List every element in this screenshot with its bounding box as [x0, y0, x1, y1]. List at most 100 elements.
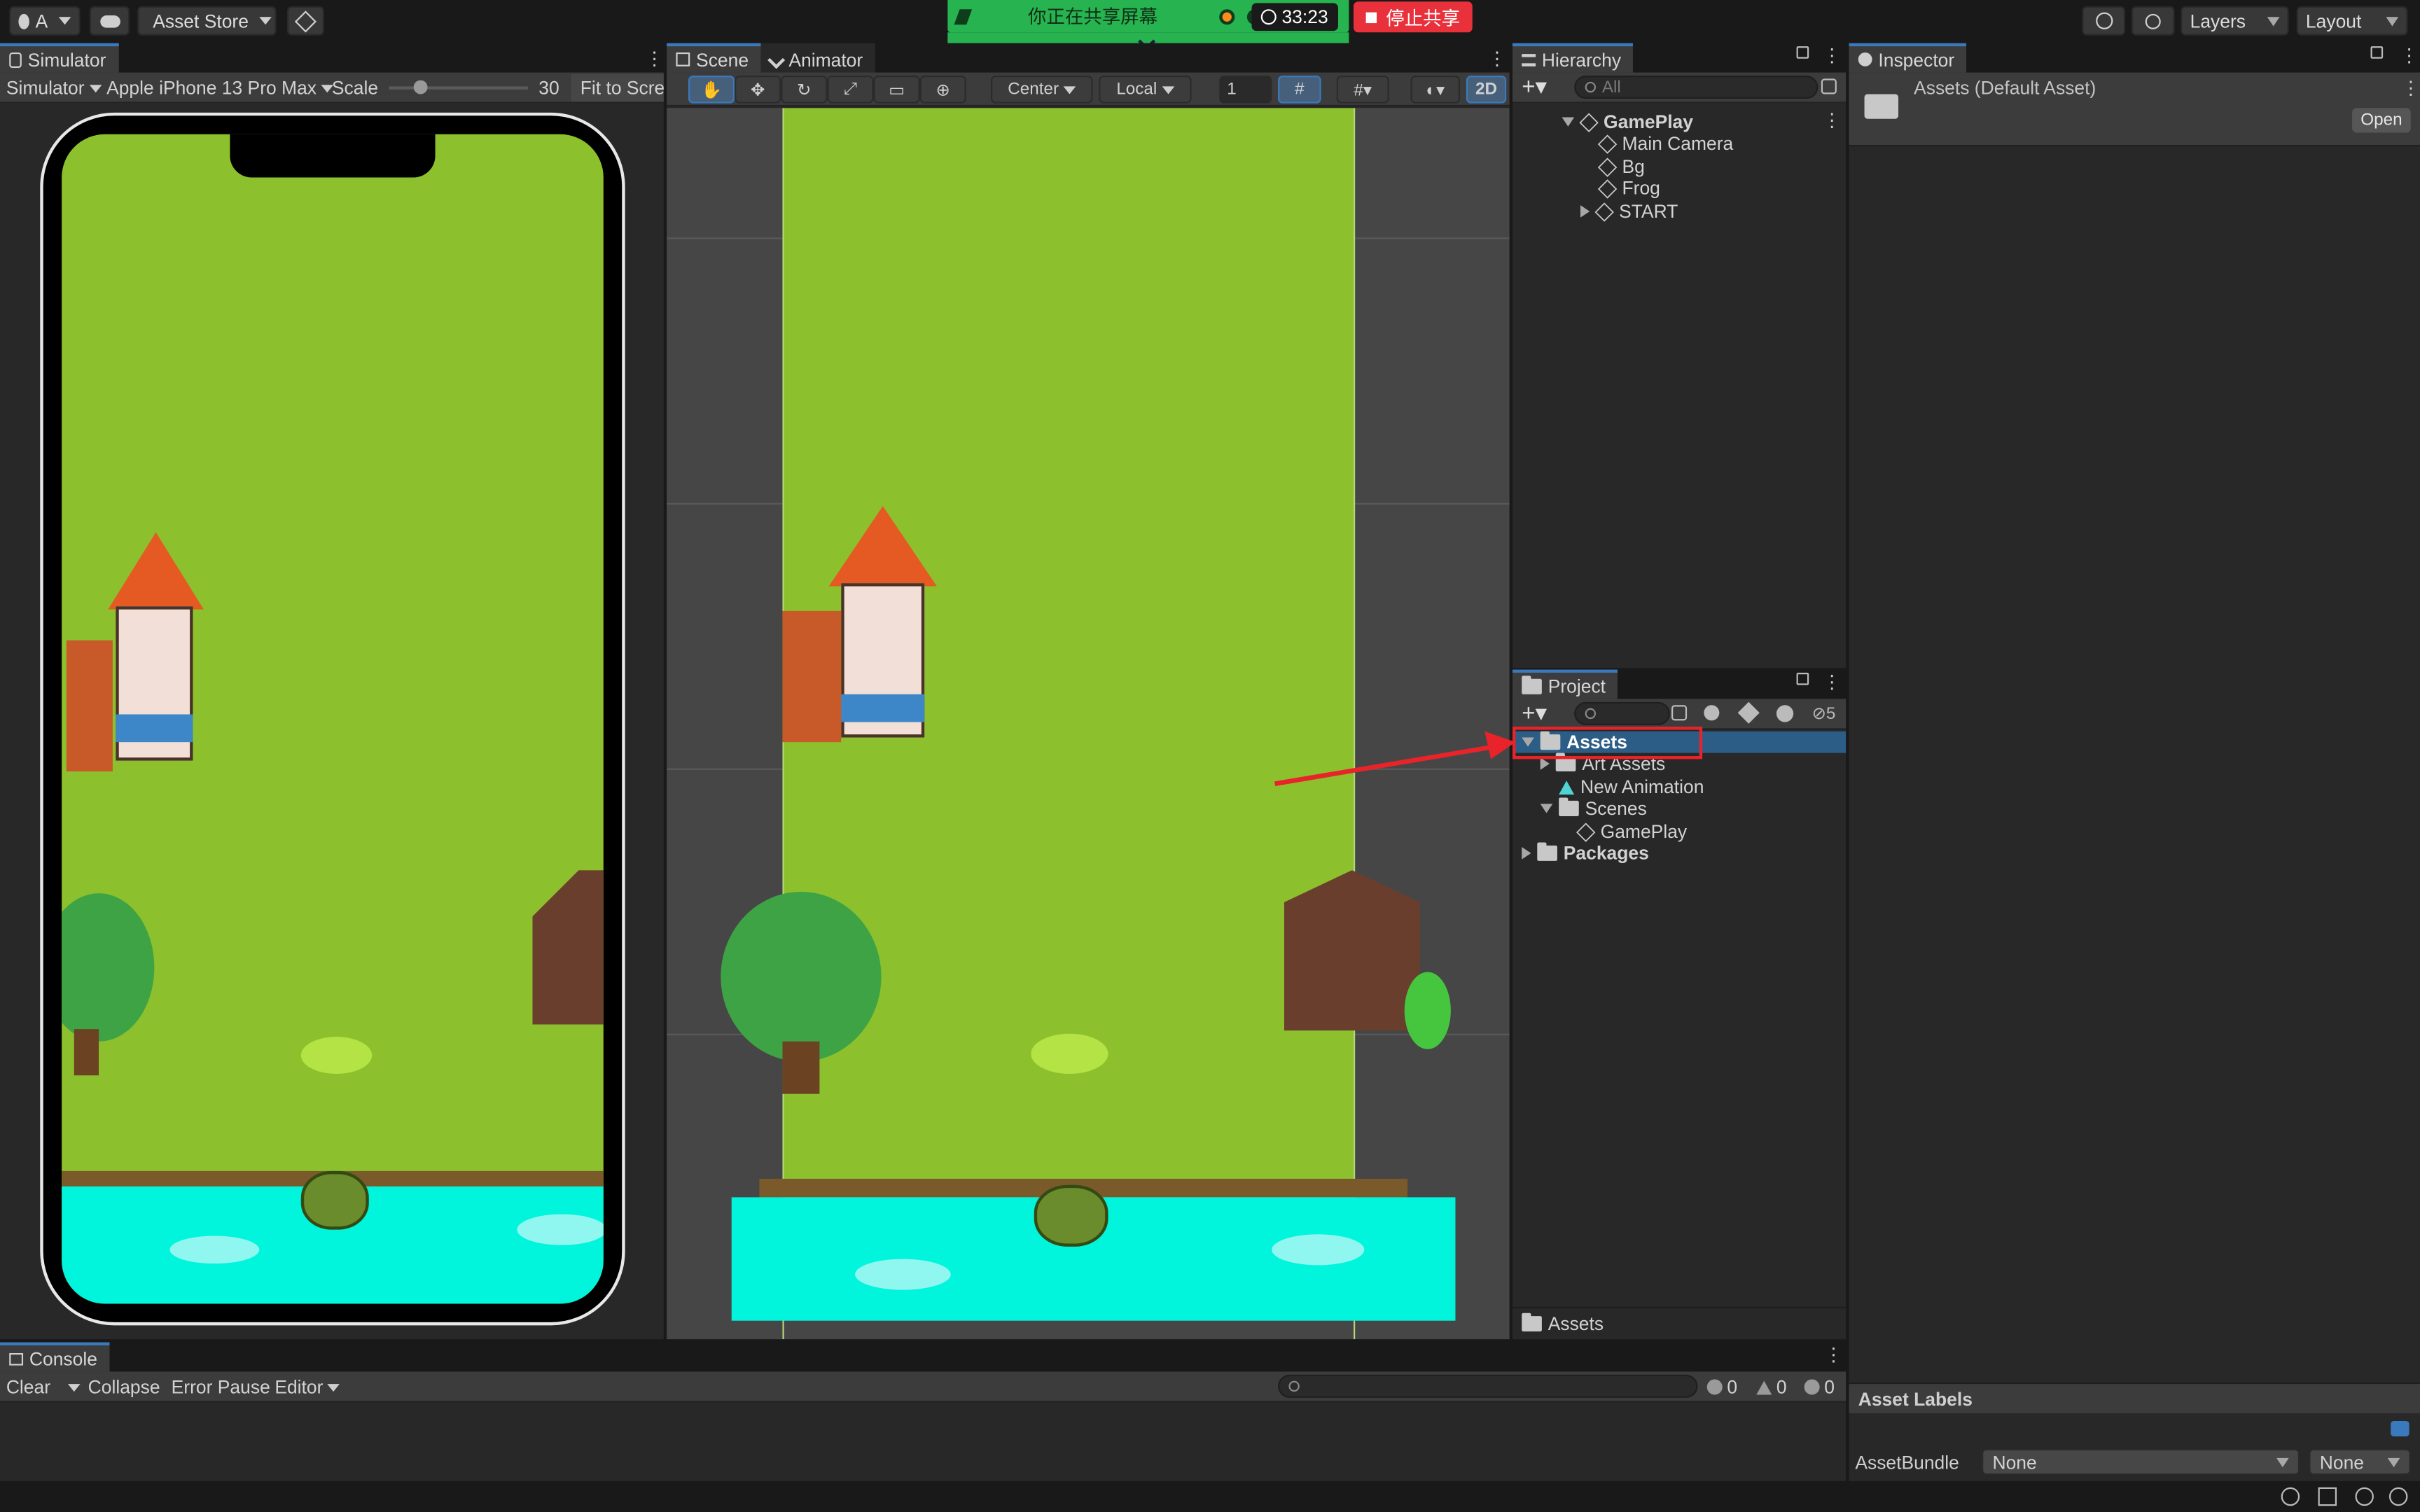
filter-type-icon[interactable]: [1704, 705, 1720, 721]
history-button[interactable]: [2082, 6, 2126, 36]
account-dropdown[interactable]: A: [9, 6, 81, 36]
hierarchy-item-frog[interactable]: Frog: [1597, 177, 1660, 199]
tower-building-sprite[interactable]: [782, 505, 952, 769]
grid-snap-input[interactable]: 1: [1219, 76, 1272, 104]
network-icon[interactable]: [2355, 1487, 2374, 1506]
project-item-new-animation[interactable]: New Animation: [1559, 776, 1704, 798]
warning-count-toggle[interactable]: 0: [1756, 1373, 1787, 1401]
tab-hierarchy-label: Hierarchy: [1541, 48, 1622, 71]
game-view[interactable]: [62, 134, 604, 1304]
asset-bundle-dropdown[interactable]: None: [1982, 1448, 2300, 1476]
scale-slider-track[interactable]: [389, 86, 528, 90]
pivot-dropdown[interactable]: Center: [991, 76, 1093, 104]
tab-project[interactable]: Project: [1512, 669, 1618, 699]
lock-icon[interactable]: [1796, 672, 1809, 685]
clear-button[interactable]: Clear: [6, 1373, 80, 1401]
stop-sharing-button[interactable]: 停止共享: [1353, 1, 1473, 33]
scale-slider-handle[interactable]: [413, 80, 428, 94]
kebab-menu-icon[interactable]: ⋮: [1488, 48, 1506, 69]
scene-view[interactable]: [667, 108, 1510, 1340]
tab-inspector[interactable]: Inspector: [1849, 43, 1967, 73]
asset-store-dropdown[interactable]: Asset Store: [137, 6, 277, 36]
device-dropdown[interactable]: Apple iPhone 13 Pro Max: [106, 74, 333, 102]
asset-bundle-variant-dropdown[interactable]: None: [2309, 1448, 2411, 1476]
kebab-menu-icon[interactable]: ⋮: [645, 48, 663, 69]
hierarchy-search-input[interactable]: All: [1574, 76, 1819, 99]
hierarchy-toolbar: +▾ All: [1512, 72, 1847, 104]
expand-arrow-icon[interactable]: [1580, 205, 1590, 218]
collapse-button[interactable]: Collapse: [88, 1373, 160, 1401]
frog-sprite[interactable]: [1034, 1184, 1108, 1247]
kebab-menu-icon[interactable]: ⋮: [2400, 45, 2418, 66]
check-icon[interactable]: [2388, 1487, 2408, 1506]
warning-icon[interactable]: [1776, 705, 1794, 722]
wooden-house-sprite[interactable]: [1284, 870, 1420, 1031]
space-dropdown[interactable]: Local: [1099, 76, 1192, 104]
error-pause-button[interactable]: Error Pause: [172, 1373, 270, 1401]
asset-bundle-value: None: [1992, 1450, 2037, 1473]
kebab-menu-icon[interactable]: ⋮: [2402, 77, 2420, 99]
search-scope-icon[interactable]: [1671, 705, 1688, 721]
tab-console[interactable]: Console: [0, 1342, 110, 1372]
lock-icon[interactable]: [1796, 46, 1809, 59]
log-count: 0: [1727, 1376, 1738, 1398]
log-count-toggle[interactable]: 0: [1706, 1373, 1738, 1401]
project-item-scenes[interactable]: Scenes: [1540, 797, 1647, 819]
kebab-menu-icon[interactable]: ⋮: [1823, 45, 1841, 66]
2d-toggle-button[interactable]: 2D: [1466, 76, 1507, 104]
kebab-menu-icon[interactable]: ⋮: [1823, 671, 1841, 693]
grid-toggle-button[interactable]: #: [1277, 76, 1321, 104]
error-count-toggle[interactable]: 0: [1804, 1373, 1835, 1401]
layers-dropdown[interactable]: Layers: [2181, 6, 2289, 36]
folder-icon: [1537, 842, 1557, 861]
snap-button[interactable]: #▾: [1336, 76, 1389, 104]
lock-icon[interactable]: [2370, 46, 2384, 59]
hierarchy-item-gameplay[interactable]: GamePlay: [1562, 111, 1693, 133]
expand-arrow-icon[interactable]: [1540, 757, 1550, 770]
project-item-gameplay-scene[interactable]: GamePlay: [1576, 821, 1687, 842]
tag-icon[interactable]: [2391, 1420, 2409, 1437]
console-search-input[interactable]: [1277, 1374, 1698, 1398]
layout-label: Layout: [2305, 10, 2362, 32]
fit-to-screen-button[interactable]: Fit to Scre: [571, 74, 664, 102]
frog-sprite[interactable]: [300, 1170, 369, 1230]
kebab-menu-icon[interactable]: ⋮: [1824, 1344, 1842, 1366]
label-icon[interactable]: [1737, 701, 1760, 724]
tab-animator[interactable]: Animator: [760, 43, 875, 73]
hand-tool-button[interactable]: ✋: [688, 76, 735, 104]
move-tool-button[interactable]: ✥: [735, 76, 781, 104]
cache-icon[interactable]: [2318, 1487, 2337, 1506]
tree-sprite[interactable]: [721, 891, 882, 1062]
project-item-packages[interactable]: Packages: [1522, 842, 1649, 864]
add-icon[interactable]: +▾: [1522, 73, 1547, 100]
hidden-packages-icon[interactable]: ⊘5: [1812, 704, 1836, 723]
transform-tool-button[interactable]: ⊕: [919, 76, 966, 104]
list-icon: [1522, 53, 1536, 66]
tab-simulator[interactable]: Simulator: [0, 43, 119, 73]
expand-arrow-icon[interactable]: [1540, 804, 1553, 813]
layout-dropdown[interactable]: Layout: [2296, 6, 2408, 36]
package-button[interactable]: [286, 6, 324, 36]
rect-tool-button[interactable]: ▭: [873, 76, 920, 104]
hierarchy-item-start[interactable]: START: [1580, 201, 1678, 222]
open-button[interactable]: Open: [2352, 108, 2411, 133]
hierarchy-item-main-camera[interactable]: Main Camera: [1597, 133, 1733, 154]
clock-icon: [1261, 9, 1277, 25]
rotate-tool-button[interactable]: ↻: [781, 76, 828, 104]
scene-search-icon[interactable]: [1821, 78, 1837, 94]
tab-hierarchy[interactable]: Hierarchy: [1512, 43, 1634, 73]
shading-button[interactable]: ◐▾: [1410, 76, 1461, 104]
add-icon[interactable]: +▾: [1522, 699, 1547, 727]
hierarchy-item-bg[interactable]: Bg: [1597, 156, 1645, 177]
editor-dropdown[interactable]: Editor: [274, 1373, 340, 1401]
simulator-mode-dropdown[interactable]: Simulator: [6, 74, 102, 102]
cloud-button[interactable]: [89, 6, 130, 36]
tab-scene[interactable]: Scene: [667, 43, 761, 73]
scale-tool-button[interactable]: ⤢: [827, 76, 874, 104]
expand-arrow-icon[interactable]: [1522, 847, 1531, 860]
bug-icon[interactable]: [2281, 1487, 2300, 1506]
kebab-menu-icon[interactable]: ⋮: [1823, 109, 1841, 131]
expand-arrow-icon[interactable]: [1562, 117, 1575, 127]
search-button[interactable]: [2131, 6, 2175, 36]
project-search-input[interactable]: [1574, 701, 1670, 725]
